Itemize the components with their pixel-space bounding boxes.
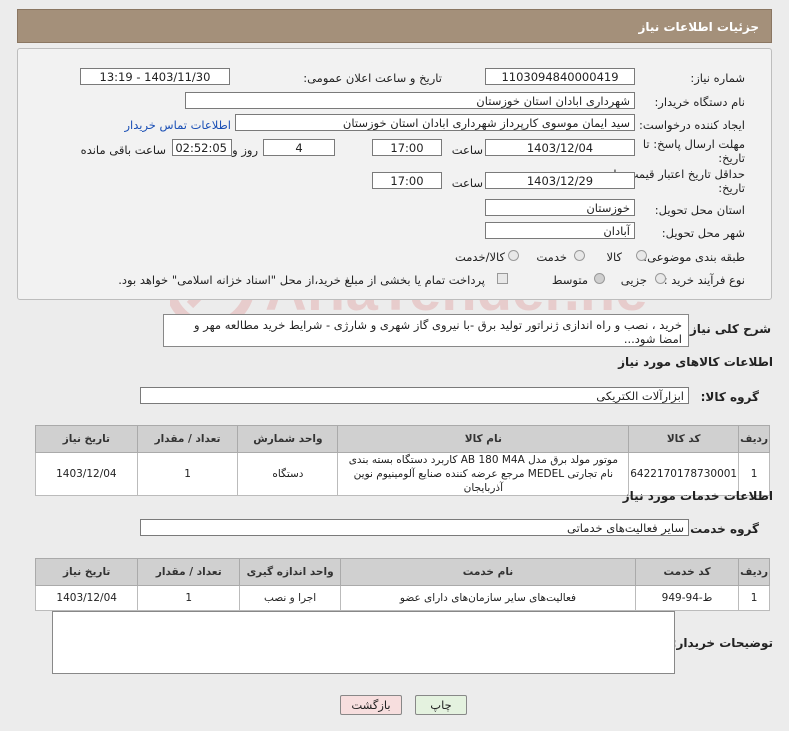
need-number-field: 1103094840000419 bbox=[485, 68, 635, 85]
goods-header-unit: واحد شمارش bbox=[237, 425, 339, 453]
validity-date-field: 1403/12/29 bbox=[485, 172, 635, 189]
validity-time-label: ساعت bbox=[451, 176, 483, 190]
goods-cell-unit: دستگاه bbox=[237, 452, 339, 496]
goods-cell-qty: 1 bbox=[136, 452, 239, 496]
buyer-notes-label: توضیحات خریدار: bbox=[671, 636, 773, 650]
category-label: طبقه بندی موضوعی: bbox=[643, 250, 745, 264]
services-header-row: ردیف bbox=[738, 558, 770, 586]
days-label: روز و bbox=[232, 143, 258, 157]
payment-checkbox[interactable] bbox=[497, 273, 508, 284]
category-option-service: خدمت bbox=[536, 250, 567, 264]
services-header-qty: تعداد / مقدار bbox=[137, 558, 241, 586]
buyer-notes-textarea[interactable] bbox=[52, 611, 675, 674]
validity-date-label: تاریخ: bbox=[718, 181, 745, 195]
buyer-org-field: شهرداری ابادان استان خوزستان bbox=[185, 92, 635, 109]
goods-header-qty: تعداد / مقدار bbox=[136, 425, 239, 453]
remaining-time-label: ساعت باقی مانده bbox=[80, 143, 166, 157]
process-option-minor: جزیی bbox=[620, 273, 647, 287]
goods-header-date: تاریخ نیاز bbox=[35, 425, 138, 453]
page-title: جزئیات اطلاعات نیاز bbox=[638, 20, 759, 34]
validity-time-field: 17:00 bbox=[372, 172, 442, 189]
process-radio-minor[interactable] bbox=[655, 273, 666, 284]
announce-date-label: تاریخ و ساعت اعلان عمومی: bbox=[303, 71, 442, 85]
payment-note: پرداخت تمام یا بخشی از مبلغ خرید،از محل … bbox=[118, 273, 485, 287]
province-label: استان محل تحویل: bbox=[654, 203, 745, 217]
deadline-date-label: تاریخ: bbox=[718, 151, 745, 165]
category-radio-goods[interactable] bbox=[636, 250, 647, 261]
services-header-name: نام خدمت bbox=[340, 558, 636, 586]
goods-header-name: نام کالا bbox=[337, 425, 630, 453]
category-radio-goods-service[interactable] bbox=[508, 250, 519, 261]
category-radio-service[interactable] bbox=[574, 250, 585, 261]
category-option-goods: کالا bbox=[606, 250, 622, 264]
goods-cell-date: 1403/12/04 bbox=[35, 452, 138, 496]
services-cell-date: 1403/12/04 bbox=[34, 585, 139, 611]
services-cell-code: ط-94-949 bbox=[634, 585, 740, 611]
goods-table: ردیف کد کالا نام کالا واحد شمارش تعداد /… bbox=[35, 425, 770, 496]
services-cell-qty: 1 bbox=[137, 585, 241, 611]
need-number-label: شماره نیاز: bbox=[690, 71, 745, 85]
summary-textarea[interactable]: خرید ، نصب و راه اندازی ژنراتور تولید بر… bbox=[163, 314, 689, 347]
process-radio-medium[interactable] bbox=[594, 273, 605, 284]
services-header-code: کد خدمت bbox=[634, 558, 740, 586]
services-header-date: تاریخ نیاز bbox=[34, 558, 139, 586]
deadline-time-label: ساعت bbox=[451, 143, 483, 157]
province-field: خوزستان bbox=[485, 199, 635, 216]
remaining-time-field: 02:52:05 bbox=[172, 139, 232, 156]
deadline-date-field: 1403/12/04 bbox=[485, 139, 635, 156]
city-field: آبادان bbox=[485, 222, 635, 239]
summary-label: شرح کلی نیاز: bbox=[685, 322, 771, 336]
goods-header-code: کد کالا bbox=[628, 425, 740, 453]
requester-label: ایجاد کننده درخواست: bbox=[639, 118, 745, 132]
table-row: 1 ط-94-949 فعالیت‌های سایر سازمان‌های دا… bbox=[34, 585, 770, 611]
services-table: ردیف کد خدمت نام خدمت واحد اندازه گیری ت… bbox=[34, 558, 770, 611]
city-label: شهر محل تحویل: bbox=[661, 226, 745, 240]
goods-header-row: ردیف bbox=[738, 425, 770, 453]
print-button[interactable]: چاپ bbox=[415, 695, 467, 715]
services-group-label: گروه خدمت: bbox=[685, 522, 759, 536]
goods-section-title: اطلاعات کالاهای مورد نیاز bbox=[618, 355, 773, 369]
services-cell-row: 1 bbox=[738, 585, 770, 611]
process-option-medium: متوسط bbox=[551, 273, 588, 287]
services-group-field: سایر فعالیت‌های خدماتی bbox=[140, 519, 689, 536]
process-label: نوع فرآیند خرید : bbox=[663, 273, 745, 287]
buyer-org-label: نام دستگاه خریدار: bbox=[654, 95, 745, 109]
goods-group-field: ابزارآلات الکتریکی bbox=[140, 387, 689, 404]
services-header-unit: واحد اندازه گیری bbox=[239, 558, 342, 586]
requester-field: سید ایمان موسوی کارپرداز شهرداری ابادان … bbox=[235, 114, 635, 131]
services-section-title: اطلاعات خدمات مورد نیاز bbox=[622, 489, 773, 503]
deadline-time-field: 17:00 bbox=[372, 139, 442, 156]
back-button[interactable]: بازگشت bbox=[340, 695, 402, 715]
contact-info-link[interactable]: اطلاعات تماس خریدار bbox=[124, 118, 231, 132]
deadline-label: مهلت ارسال پاسخ: تا bbox=[642, 137, 745, 151]
goods-group-label: گروه کالا: bbox=[700, 390, 759, 404]
services-cell-unit: اجرا و نصب bbox=[239, 585, 342, 611]
category-option-goods-service: کالا/خدمت bbox=[454, 250, 505, 264]
goods-cell-name: موتور مولد برق مدل AB 180 M4A کاربرد دست… bbox=[337, 452, 630, 496]
services-cell-name: فعالیت‌های سایر سازمان‌های دارای عضو bbox=[340, 585, 636, 611]
days-remaining-field: 4 bbox=[263, 139, 335, 156]
page-header: جزئیات اطلاعات نیاز bbox=[17, 9, 772, 43]
announce-date-field: 1403/11/30 - 13:19 bbox=[80, 68, 230, 85]
